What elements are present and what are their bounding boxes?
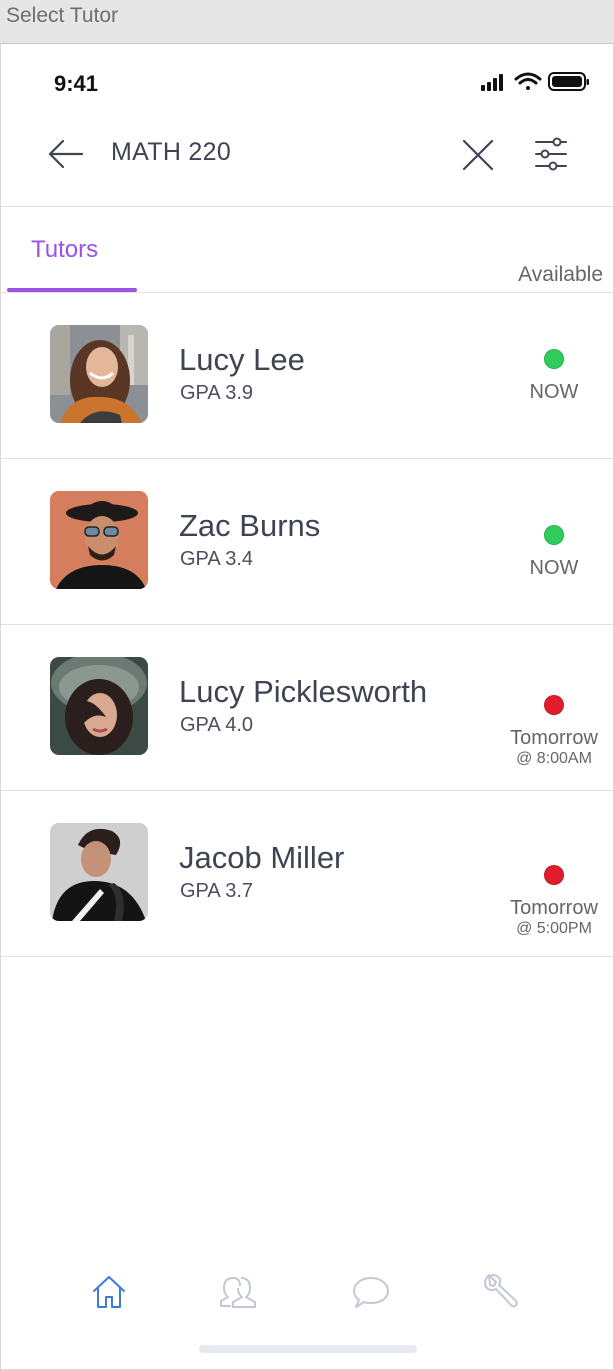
available-column-header: Available	[518, 263, 603, 286]
people-icon[interactable]	[219, 1272, 259, 1312]
tutor-name: Lucy Picklesworth	[179, 674, 428, 709]
availability-text: NOW	[529, 557, 579, 579]
status-icons	[481, 72, 589, 91]
availability-text: Tomorrow	[510, 897, 598, 919]
availability-dot-red	[544, 865, 564, 885]
tab-tutors[interactable]: Tutors	[7, 207, 137, 292]
tutor-gpa: GPA 3.7	[180, 880, 254, 902]
tutor-row[interactable]: Lucy Lee GPA 3.9 NOW	[1, 293, 613, 459]
bottom-navigation	[1, 1264, 613, 1324]
tutor-name: Jacob Miller	[179, 840, 345, 875]
availability: NOW	[495, 525, 613, 579]
status-time: 9:41	[54, 71, 99, 96]
availability: Tomorrow @ 8:00AM	[495, 695, 613, 769]
tutor-list: Lucy Lee GPA 3.9 NOW Zac Burns GPA 3.4 N…	[1, 293, 613, 957]
tutor-row[interactable]: Zac Burns GPA 3.4 NOW	[1, 459, 613, 625]
tab-bar: Tutors Available	[1, 207, 613, 293]
availability-time: @ 8:00AM	[516, 750, 592, 767]
search-header: MATH 220	[1, 104, 613, 207]
tutor-gpa: GPA 3.9	[180, 382, 254, 404]
cellular-signal-icon	[481, 74, 503, 91]
avatar	[50, 325, 148, 423]
wrench-icon[interactable]	[479, 1272, 519, 1312]
availability-dot-green	[544, 525, 564, 545]
home-icon[interactable]	[89, 1272, 129, 1312]
availability-time: @ 5:00PM	[516, 920, 592, 937]
availability-dot-red	[544, 695, 564, 715]
tutor-name: Zac Burns	[179, 508, 321, 543]
close-icon[interactable]	[461, 138, 495, 172]
tutor-gpa: GPA 3.4	[180, 548, 254, 570]
avatar	[50, 657, 148, 755]
active-tab-indicator	[7, 288, 137, 292]
tutor-name: Lucy Lee	[179, 342, 305, 377]
availability-dot-green	[544, 349, 564, 369]
avatar	[50, 491, 148, 589]
phone-screen: 9:41 MATH 220 Tutors Available Lucy Lee …	[0, 44, 614, 1370]
filter-sliders-icon[interactable]	[533, 135, 569, 173]
window-title: Select Tutor	[6, 4, 119, 27]
tutor-row[interactable]: Lucy Picklesworth GPA 4.0 Tomorrow @ 8:0…	[1, 625, 613, 791]
availability: NOW	[495, 349, 613, 403]
tab-tutors-label: Tutors	[31, 236, 99, 263]
availability-text: Tomorrow	[510, 727, 598, 749]
tutor-gpa: GPA 4.0	[180, 714, 254, 736]
tutor-row[interactable]: Jacob Miller GPA 3.7 Tomorrow @ 5:00PM	[1, 791, 613, 957]
search-query[interactable]: MATH 220	[111, 138, 231, 167]
availability-text: NOW	[529, 381, 579, 403]
back-arrow-icon[interactable]	[46, 137, 86, 171]
chat-bubble-icon[interactable]	[351, 1272, 391, 1312]
home-indicator[interactable]	[199, 1345, 417, 1353]
battery-icon	[548, 72, 589, 91]
availability: Tomorrow @ 5:00PM	[495, 865, 613, 939]
wifi-icon	[514, 72, 542, 90]
window-title-bar: Select Tutor	[0, 0, 614, 44]
avatar	[50, 823, 148, 921]
